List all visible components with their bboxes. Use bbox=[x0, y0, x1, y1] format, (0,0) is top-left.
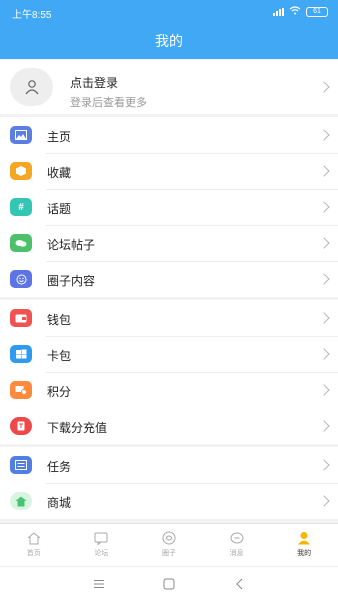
login-title[interactable]: 点击登录 bbox=[70, 74, 118, 91]
menu-label: 任务 bbox=[47, 460, 72, 474]
menu-label: 圈子内容 bbox=[47, 274, 96, 288]
chevron-right-icon bbox=[318, 129, 330, 141]
tab-label: 首页 bbox=[26, 550, 41, 557]
user-icon bbox=[25, 80, 38, 95]
menu-item-homepage[interactable]: 主页 bbox=[0, 117, 338, 153]
status-time: 上午8:55 bbox=[12, 10, 52, 21]
menu-group-tasks: 任务 商城 bbox=[0, 447, 338, 519]
home-button-icon[interactable] bbox=[161, 576, 177, 592]
tab-profile[interactable]: 我的 bbox=[270, 524, 338, 566]
menu-item-circle-content[interactable]: 圈子内容 bbox=[0, 261, 338, 297]
menu-item-shop[interactable]: 商城 bbox=[0, 483, 338, 519]
battery-icon: 61 bbox=[306, 7, 328, 17]
smile-icon bbox=[10, 270, 32, 288]
forum-icon bbox=[93, 531, 109, 545]
tab-label: 论坛 bbox=[94, 550, 109, 557]
chevron-right-icon bbox=[318, 312, 330, 324]
menu-label: 话题 bbox=[47, 202, 72, 216]
menu-label: 积分 bbox=[47, 385, 72, 399]
back-icon[interactable] bbox=[232, 576, 248, 592]
chevron-right-icon bbox=[318, 459, 330, 471]
menu-group-recharge: 下载分充值 bbox=[0, 408, 338, 444]
signal-icon bbox=[273, 8, 284, 16]
chevron-right-icon bbox=[318, 273, 330, 285]
shop-icon bbox=[10, 492, 32, 510]
chevron-right-icon bbox=[318, 165, 330, 177]
menu-label: 收藏 bbox=[47, 166, 72, 180]
home-icon bbox=[26, 531, 42, 545]
chevron-right-icon bbox=[318, 201, 330, 213]
box-icon bbox=[10, 162, 32, 180]
status-icons: 61 bbox=[273, 6, 328, 18]
picture-icon bbox=[10, 126, 32, 144]
chat-bubbles-icon bbox=[10, 234, 32, 252]
chevron-right-icon bbox=[318, 495, 330, 507]
menu-group-content: 主页 收藏 # 话题 论坛帖子 圈子内容 bbox=[0, 117, 338, 297]
system-nav-bar bbox=[0, 566, 338, 600]
tab-label: 我的 bbox=[297, 550, 312, 557]
chevron-right-icon bbox=[318, 384, 330, 396]
tab-circle[interactable]: 圈子 bbox=[135, 524, 203, 566]
chevron-right-icon bbox=[318, 348, 330, 360]
menu-item-wallet[interactable]: 钱包 bbox=[0, 300, 338, 336]
tab-forum[interactable]: 论坛 bbox=[68, 524, 136, 566]
wallet-icon bbox=[10, 309, 32, 327]
menu-label: 钱包 bbox=[47, 313, 72, 327]
menu-item-download-recharge[interactable]: 下载分充值 bbox=[0, 408, 338, 444]
points-icon bbox=[10, 381, 32, 399]
hashtag-icon: # bbox=[10, 198, 32, 216]
page-title: 我的 bbox=[0, 24, 338, 59]
tab-label: 消息 bbox=[229, 550, 244, 557]
chevron-right-icon bbox=[318, 81, 330, 93]
menu-item-favorites[interactable]: 收藏 bbox=[0, 153, 338, 189]
download-coin-icon bbox=[10, 417, 32, 435]
wifi-icon bbox=[289, 6, 301, 18]
menu-label: 论坛帖子 bbox=[47, 238, 96, 252]
tab-label: 圈子 bbox=[161, 550, 176, 557]
menu-item-topics[interactable]: # 话题 bbox=[0, 189, 338, 225]
profile-icon bbox=[296, 531, 312, 545]
menu-item-forum-posts[interactable]: 论坛帖子 bbox=[0, 225, 338, 261]
menu-icon[interactable] bbox=[91, 576, 107, 592]
task-list-icon bbox=[10, 456, 32, 474]
chevron-right-icon bbox=[318, 420, 330, 432]
cards-icon bbox=[10, 345, 32, 363]
menu-group-assets: 钱包 卡包 积分 bbox=[0, 300, 338, 408]
menu-label: 主页 bbox=[47, 130, 72, 144]
menu-label: 商城 bbox=[47, 496, 72, 510]
status-bar: 上午8:55 61 bbox=[0, 0, 338, 24]
menu-label: 下载分充值 bbox=[47, 421, 108, 435]
chevron-right-icon bbox=[318, 237, 330, 249]
tab-messages[interactable]: 消息 bbox=[203, 524, 271, 566]
avatar[interactable] bbox=[10, 68, 53, 106]
login-card[interactable]: 点击登录 登录后查看更多 bbox=[0, 60, 338, 114]
circle-icon bbox=[161, 531, 177, 545]
tab-home[interactable]: 首页 bbox=[0, 524, 68, 566]
bottom-tab-bar: 首页 论坛 圈子 消息 我的 bbox=[0, 523, 338, 566]
menu-item-points[interactable]: 积分 bbox=[0, 372, 338, 408]
message-icon bbox=[229, 531, 245, 545]
menu-label: 卡包 bbox=[47, 349, 72, 363]
menu-item-card-wallet[interactable]: 卡包 bbox=[0, 336, 338, 372]
login-subtitle: 登录后查看更多 bbox=[70, 97, 147, 109]
menu-item-tasks[interactable]: 任务 bbox=[0, 447, 338, 483]
